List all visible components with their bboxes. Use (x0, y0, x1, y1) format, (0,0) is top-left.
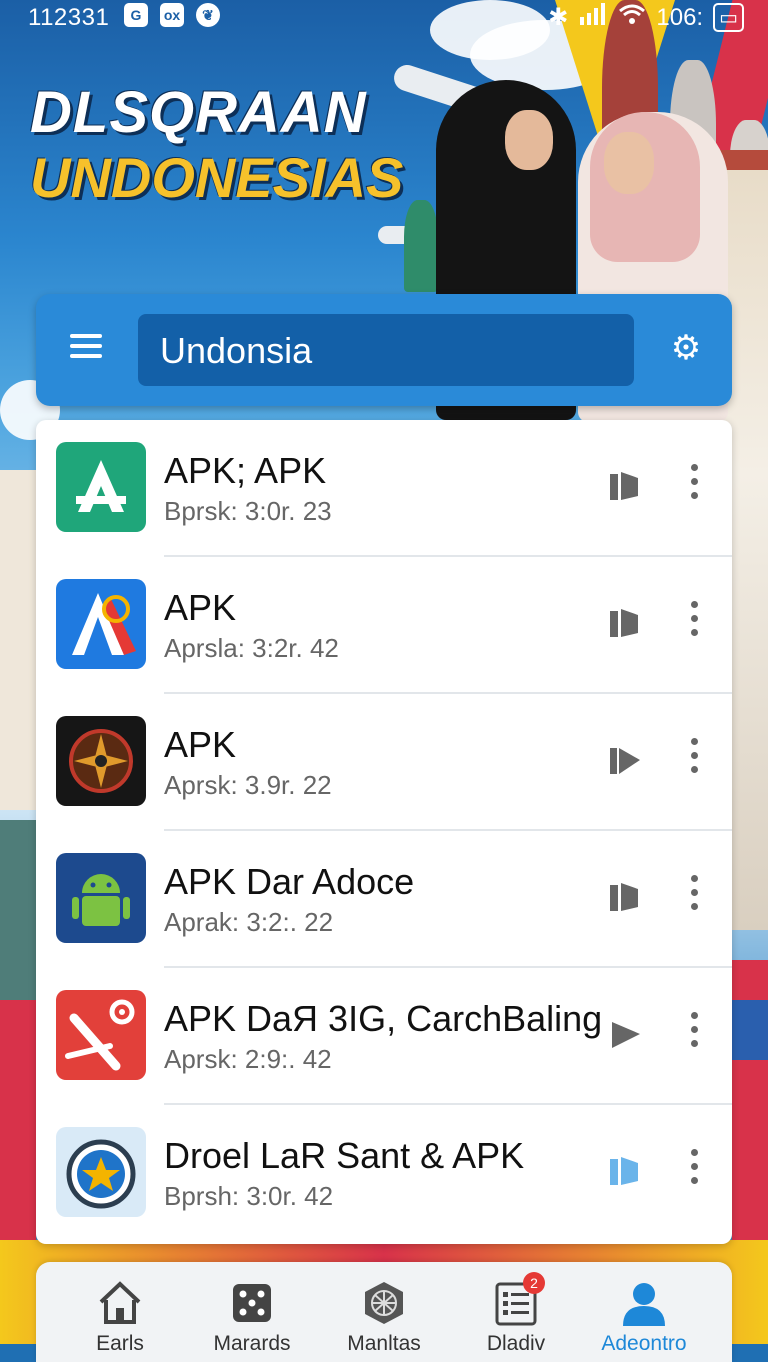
app-name: APK; APK (164, 450, 327, 491)
pause-icon[interactable] (608, 468, 642, 504)
play-icon[interactable] (608, 1016, 642, 1052)
app-red-a-icon (56, 579, 146, 669)
banner-line-1: DLSQRAAN (30, 80, 367, 145)
more-options-icon[interactable] (682, 738, 706, 782)
more-options-icon[interactable] (682, 875, 706, 919)
star-badge-icon (56, 1127, 146, 1217)
leaf-icon: ❦ (196, 3, 220, 27)
app-list: APK; APK Bprsk: 3:0r. 23 APK Aprsla: 3:2… (36, 420, 732, 1244)
app-version: Bprsh: 3:0r. 42 (164, 1181, 334, 1211)
globe-icon (359, 1278, 409, 1328)
app-version: Aprsk: 3.9r. 22 (164, 770, 332, 800)
list-item[interactable]: APK DaЯ 3IG, CarchBaling Aprsk: 2:9:. 42 (36, 968, 732, 1105)
list-item[interactable]: APK Aprsk: 3.9r. 22 (36, 694, 732, 831)
app-version: Aprsla: 3:2r. 42 (164, 633, 339, 663)
android-icon (56, 853, 146, 943)
google-icon: G (124, 3, 148, 27)
nav-label: Dladiv (486, 1332, 546, 1355)
app-name: APK (164, 587, 237, 628)
home-icon (95, 1278, 145, 1328)
nav-label: Manltas (347, 1332, 421, 1355)
signal-icon (578, 3, 608, 32)
nav-item-profile[interactable]: Adeontro (584, 1278, 704, 1356)
nav-label: Adeontro (601, 1332, 687, 1355)
app-store-a-icon (56, 442, 146, 532)
app-version: Aprsk: 2:9:. 42 (164, 1044, 332, 1074)
more-options-icon[interactable] (682, 464, 706, 508)
profile-icon (619, 1278, 669, 1328)
status-right-text: 106: (656, 3, 704, 31)
list-item[interactable]: APK Aprsla: 3:2r. 42 (36, 557, 732, 694)
list-item[interactable]: APK; APK Bprsk: 3:0r. 23 (36, 420, 732, 557)
gear-icon[interactable]: ⚙ (668, 330, 704, 366)
dice-icon (227, 1278, 277, 1328)
play-icon[interactable] (608, 742, 642, 778)
app-version: Bprsk: 3:0r. 23 (164, 496, 332, 526)
banner-title: DLSQRAAN UNDONESIAS (30, 84, 403, 206)
nav-label: Marards (213, 1332, 291, 1355)
settings-tools-icon (56, 990, 146, 1080)
app-name: APK DaЯ 3IG, CarchBaling (164, 998, 603, 1039)
nav-item-home[interactable]: Earls (60, 1278, 180, 1356)
more-options-icon[interactable] (682, 1149, 706, 1193)
list-icon: 2 (491, 1272, 545, 1328)
nav-item-explore[interactable]: Manltas (324, 1278, 444, 1356)
nav-item-updates[interactable]: 2 Dladiv (456, 1272, 576, 1356)
compass-icon (56, 716, 146, 806)
pause-icon[interactable] (608, 605, 642, 641)
battery-icon: ▭ (713, 3, 744, 32)
bottom-nav: Earls Marards Manltas 2 Dladiv Adeontro (36, 1262, 732, 1362)
banner-line-2: UNDONESIAS (30, 146, 404, 209)
nav-item-games[interactable]: Marards (192, 1278, 312, 1356)
more-options-icon[interactable] (682, 1012, 706, 1056)
pause-icon[interactable] (608, 879, 642, 915)
nav-label: Earls (96, 1332, 144, 1355)
pause-icon[interactable] (608, 1153, 642, 1189)
search-bar[interactable] (138, 314, 634, 386)
list-item[interactable]: APK Dar Adoce Aprak: 3:2:. 22 (36, 831, 732, 968)
notification-box-icon: ox (160, 3, 184, 27)
app-name: APK (164, 724, 237, 765)
wifi-icon (618, 3, 646, 32)
status-time: 112331 (28, 4, 110, 31)
status-bar: 112331 G ox ❦ ✱ 106: ▭ (0, 0, 768, 34)
notification-badge: 2 (523, 1272, 545, 1294)
app-name: APK Dar Adoce (164, 861, 415, 902)
search-input[interactable] (158, 326, 622, 376)
app-header: ⚙ (36, 294, 732, 406)
list-item[interactable]: Droel LaR Sant & APK Bprsh: 3:0r. 42 (36, 1105, 732, 1242)
more-options-icon[interactable] (682, 601, 706, 645)
bluetooth-icon: ✱ (548, 4, 569, 31)
app-name: Droel LaR Sant & APK (164, 1135, 525, 1176)
menu-icon[interactable] (68, 330, 104, 366)
app-version: Aprak: 3:2:. 22 (164, 907, 334, 937)
